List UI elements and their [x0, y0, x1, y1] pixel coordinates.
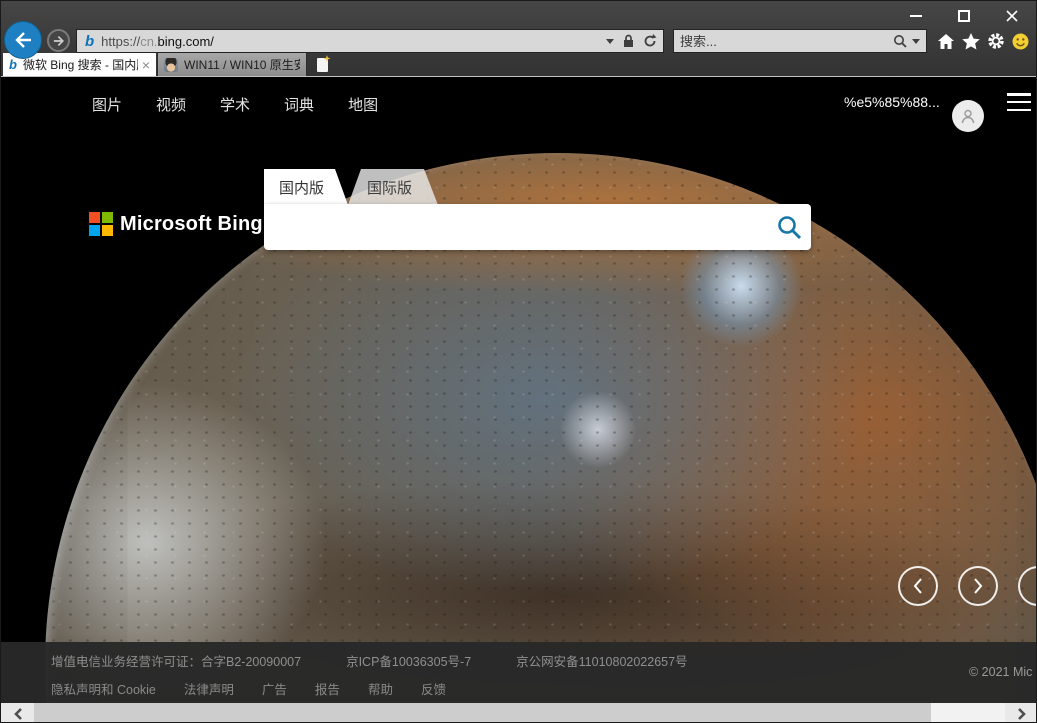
legal-link[interactable]: 法律声明: [184, 679, 234, 698]
address-bar[interactable]: b https://cn.bing.com/: [76, 29, 664, 53]
ads-link[interactable]: 广告: [262, 679, 287, 698]
nav-videos[interactable]: 视频: [156, 94, 186, 115]
forward-button[interactable]: [47, 29, 70, 52]
microsoft-bing-logo: Microsoft Bing: [89, 212, 263, 236]
chevron-left-icon: [13, 707, 22, 720]
report-link[interactable]: 报告: [315, 679, 340, 698]
bing-search-bar: [264, 204, 811, 250]
chevron-right-icon: [1017, 707, 1026, 720]
chevron-left-icon: [913, 578, 922, 594]
microsoft-logo-icon: [89, 212, 113, 236]
bing-favicon: b: [85, 32, 95, 50]
privacy-link[interactable]: 隐私声明和 Cookie: [51, 679, 156, 698]
maximize-icon: [958, 10, 970, 22]
back-arrow-icon: [15, 32, 31, 48]
search-icon[interactable]: [893, 34, 908, 49]
avatar-button[interactable]: [952, 100, 984, 132]
minimize-button[interactable]: [899, 5, 933, 27]
nav-maps[interactable]: 地图: [348, 94, 378, 115]
nav-images[interactable]: 图片: [92, 94, 122, 115]
gear-icon: [988, 33, 1004, 49]
carousel-prev-button[interactable]: [898, 566, 938, 606]
new-tab-icon: [316, 55, 331, 72]
tab-favicon-avatar: [164, 57, 178, 72]
home-button[interactable]: [935, 31, 957, 51]
lock-icon: [624, 34, 633, 47]
sparkle-icon: [323, 55, 331, 62]
favorites-button[interactable]: [960, 31, 982, 51]
chevron-right-icon: [974, 578, 983, 594]
close-icon: [1006, 10, 1018, 22]
url-dropdown-icon[interactable]: [606, 38, 614, 44]
url-text: https://cn.bing.com/: [101, 33, 214, 49]
bing-search-input[interactable]: [264, 204, 767, 250]
feedback-button[interactable]: [1009, 31, 1031, 51]
tab-bar: b 微软 Bing 搜索 - 国内版 × WIN11 / WIN10 原生安卓协…: [1, 53, 1036, 76]
star-icon: [962, 32, 980, 49]
nav-academic[interactable]: 学术: [220, 94, 250, 115]
home-icon: [938, 33, 954, 49]
tab-close-icon[interactable]: ×: [142, 58, 150, 72]
new-tab-button[interactable]: [312, 55, 332, 74]
tab-win11[interactable]: WIN11 / WIN10 原生安卓协...: [157, 53, 307, 76]
hamburger-icon: [1007, 93, 1031, 96]
license-text: 增值电信业务经营许可证：合字B2-20090007: [51, 655, 302, 669]
help-link[interactable]: 帮助: [368, 679, 393, 698]
person-icon: [961, 109, 975, 124]
maximize-button[interactable]: [947, 5, 981, 27]
tab-title: 微软 Bing 搜索 - 国内版: [22, 58, 138, 72]
tab-title: WIN11 / WIN10 原生安卓协...: [184, 58, 300, 72]
carousel-next-button[interactable]: [958, 566, 998, 606]
footer-links: 隐私声明和 Cookie 法律声明 广告 报告 帮助 反馈: [51, 679, 446, 698]
smiley-icon: [1012, 33, 1028, 49]
close-button[interactable]: [995, 5, 1029, 27]
account-link[interactable]: %e5%85%88...: [844, 94, 940, 110]
feedback-link[interactable]: 反馈: [421, 679, 446, 698]
chrome-search-box[interactable]: [673, 29, 927, 53]
footer-licenses: 增值电信业务经营许可证：合字B2-20090007 京ICP备10036305号…: [51, 651, 688, 670]
bing-search-button[interactable]: [767, 204, 811, 250]
browser-chrome: b https://cn.bing.com/ 搜索... b 微软 Bing 搜…: [1, 1, 1036, 77]
copyright-text: © 2021 Mic: [969, 665, 1033, 679]
browser-window: b https://cn.bing.com/ 搜索... b 微软 Bing 搜…: [0, 0, 1037, 723]
page-footer: 增值电信业务经营许可证：合字B2-20090007 京ICP备10036305号…: [1, 642, 1036, 703]
icp-license-link[interactable]: 京ICP备10036305号-7: [346, 651, 471, 670]
page-viewport: 图片 视频 学术 词典 地图 %e5%85%88... Microsoft Bi…: [1, 77, 1036, 703]
refresh-icon[interactable]: [643, 34, 657, 48]
hamburger-menu-button[interactable]: [1007, 93, 1031, 111]
security-license-link[interactable]: 京公网安备11010802022657号: [516, 651, 687, 670]
tab-domestic[interactable]: 国内版: [264, 169, 348, 205]
nav-dictionary[interactable]: 词典: [284, 94, 314, 115]
scrollbar-thumb[interactable]: [34, 703, 931, 722]
bing-favicon: b: [9, 57, 17, 72]
search-icon: [777, 215, 801, 239]
chrome-search-input[interactable]: [674, 33, 893, 49]
settings-button[interactable]: [985, 31, 1007, 51]
scroll-left-button[interactable]: [1, 703, 34, 722]
back-button[interactable]: [4, 21, 42, 59]
search-dropdown-icon[interactable]: [912, 38, 920, 44]
horizontal-scrollbar[interactable]: [1, 703, 1036, 722]
scroll-right-button[interactable]: [1005, 703, 1036, 722]
forward-arrow-icon: [53, 35, 64, 46]
minimize-icon: [910, 15, 922, 17]
logo-text: Microsoft Bing: [120, 212, 263, 235]
tab-international[interactable]: 国际版: [348, 169, 438, 205]
